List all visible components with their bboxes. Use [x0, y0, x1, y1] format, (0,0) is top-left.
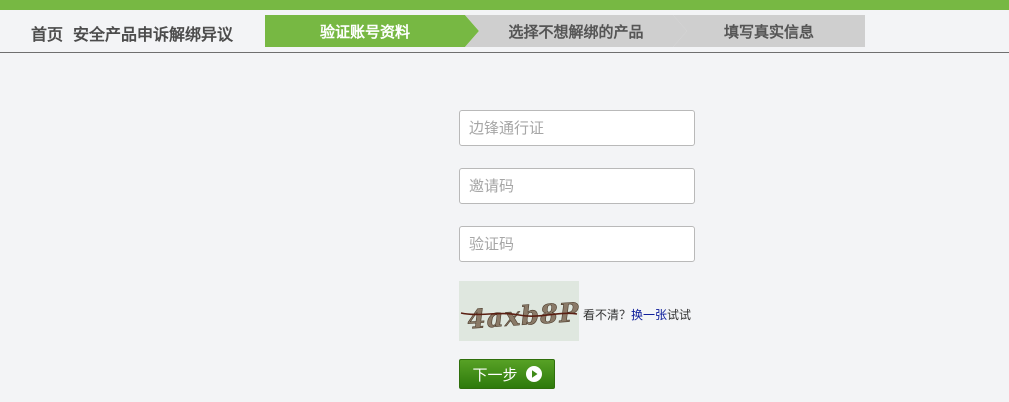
step-verify-account: 验证账号资料: [265, 15, 479, 47]
step-verify-account-label: 验证账号资料: [319, 22, 410, 41]
next-step-button[interactable]: 下一步: [459, 359, 555, 389]
breadcrumb: 首页 安全产品申诉解绑异议: [31, 21, 233, 45]
captcha-hint-suffix: 试试: [667, 307, 692, 322]
captcha-refresh-link[interactable]: 换一张: [631, 308, 667, 322]
captcha-hint: 看不清？换一张试试: [583, 306, 691, 323]
breadcrumb-section: 安全产品申诉解绑异议: [73, 25, 234, 44]
captcha-input[interactable]: [459, 226, 695, 262]
page-header: 首页 安全产品申诉解绑异议 验证账号资料 选择不想解绑的产品 填写真实信息: [0, 10, 1009, 53]
step-progress: 验证账号资料 选择不想解绑的产品 填写真实信息: [265, 15, 865, 47]
captcha-row: 4axb8P 看不清？换一张试试: [459, 281, 691, 341]
step-fill-info: 填写真实信息: [673, 15, 865, 47]
top-accent-bar: [0, 0, 1009, 10]
captcha-image[interactable]: 4axb8P: [459, 281, 579, 341]
breadcrumb-home[interactable]: 首页: [31, 25, 63, 44]
next-step-label: 下一步: [472, 365, 518, 384]
invite-code-input[interactable]: [459, 168, 695, 204]
captcha-hint-prefix: 看不清？: [583, 307, 632, 322]
passport-input[interactable]: [459, 110, 695, 146]
play-circle-icon: [525, 366, 542, 382]
step-select-products-label: 选择不想解绑的产品: [508, 22, 644, 41]
step-fill-info-label: 填写真实信息: [723, 22, 814, 41]
step-select-products: 选择不想解绑的产品: [465, 15, 687, 47]
